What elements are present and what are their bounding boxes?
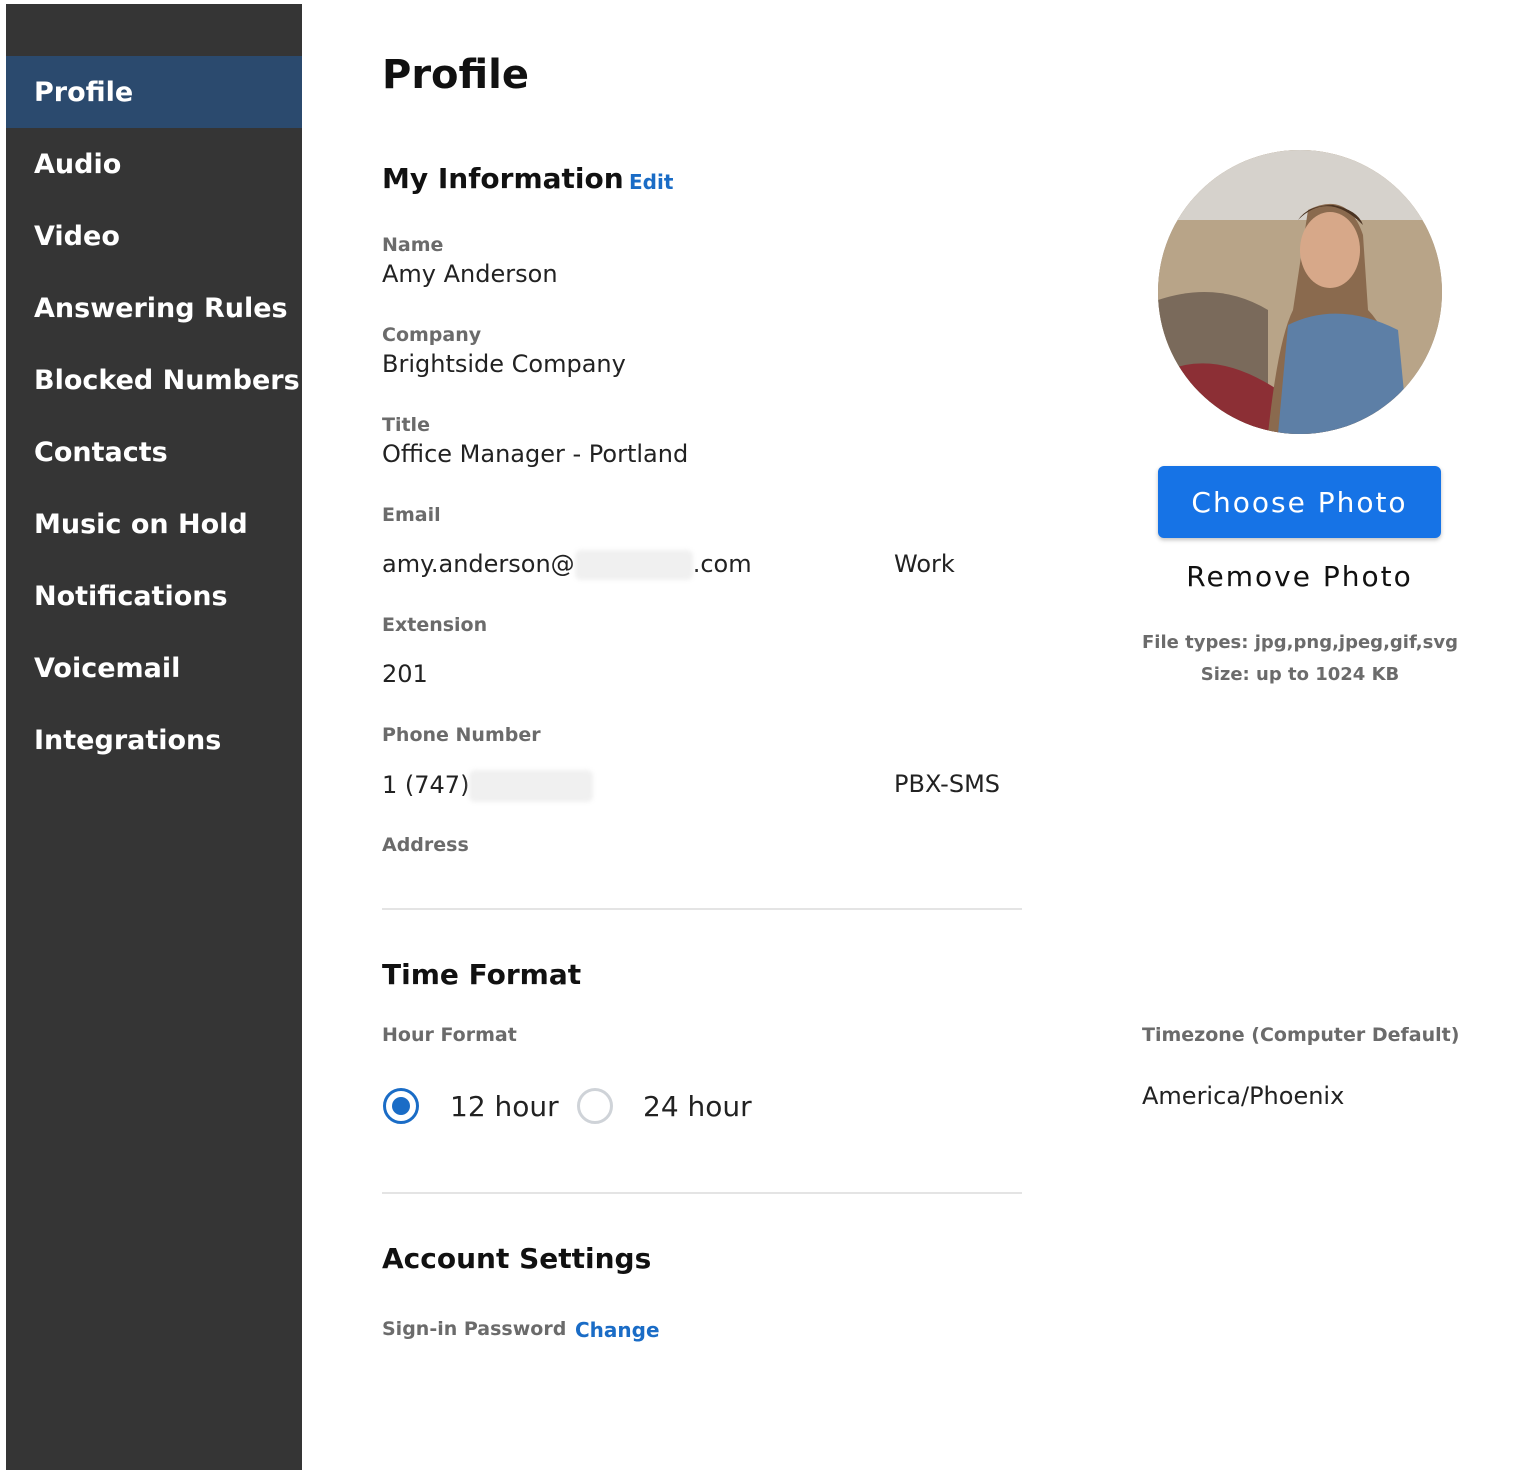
- email-value: amy.anderson@ .com: [382, 550, 752, 580]
- sidebar-item-voicemail[interactable]: Voicemail: [6, 632, 302, 704]
- sidebar-item-contacts[interactable]: Contacts: [6, 416, 302, 488]
- sidebar-item-notifications[interactable]: Notifications: [6, 560, 302, 632]
- divider: [382, 908, 1022, 910]
- sidebar-item-label: Music on Hold: [34, 508, 248, 540]
- sidebar: Profile Audio Video Answering Rules Bloc…: [6, 4, 302, 1470]
- radio-12-hour[interactable]: [383, 1088, 419, 1124]
- phone-prefix: 1 (747): [382, 771, 470, 799]
- account-settings-heading: Account Settings: [382, 1242, 652, 1275]
- sidebar-item-blocked-numbers[interactable]: Blocked Numbers: [6, 344, 302, 416]
- sign-in-password-label: Sign-in Password: [382, 1318, 567, 1340]
- sidebar-item-label: Notifications: [34, 580, 228, 612]
- sidebar-item-label: Blocked Numbers: [34, 364, 300, 396]
- email-suffix: .com: [692, 550, 752, 578]
- my-information-heading: My Information: [382, 162, 624, 195]
- edit-link[interactable]: Edit: [629, 170, 673, 194]
- extension-value: 201: [382, 660, 428, 688]
- extension-label: Extension: [382, 614, 488, 636]
- email-label: Email: [382, 504, 441, 526]
- sidebar-item-profile[interactable]: Profile: [6, 56, 302, 128]
- name-value: Amy Anderson: [382, 260, 558, 288]
- phone-label: Phone Number: [382, 724, 541, 746]
- hour-format-label: Hour Format: [382, 1024, 517, 1046]
- email-prefix: amy.anderson@: [382, 550, 575, 578]
- email-type: Work: [894, 550, 955, 578]
- file-types-note: File types: jpg,png,jpeg,gif,svg: [1142, 632, 1458, 653]
- sidebar-item-integrations[interactable]: Integrations: [6, 704, 302, 776]
- redacted-domain: [574, 550, 693, 580]
- title-label: Title: [382, 414, 430, 436]
- sidebar-item-label: Integrations: [34, 724, 222, 756]
- name-label: Name: [382, 234, 444, 256]
- size-note: Size: up to 1024 KB: [1200, 664, 1400, 685]
- address-label: Address: [382, 834, 469, 856]
- radio-24-hour-label[interactable]: 24 hour: [643, 1090, 752, 1123]
- phone-type: PBX-SMS: [894, 770, 1001, 798]
- redacted-phone: [469, 770, 594, 802]
- choose-photo-button[interactable]: Choose Photo: [1158, 466, 1441, 538]
- radio-24-hour[interactable]: [577, 1088, 613, 1124]
- sidebar-item-video[interactable]: Video: [6, 200, 302, 272]
- sidebar-item-music-on-hold[interactable]: Music on Hold: [6, 488, 302, 560]
- avatar: [1158, 150, 1442, 434]
- title-value: Office Manager - Portland: [382, 440, 689, 468]
- page-title: Profile: [382, 52, 530, 98]
- sidebar-item-audio[interactable]: Audio: [6, 128, 302, 200]
- sidebar-item-label: Voicemail: [34, 652, 181, 684]
- sidebar-item-answering-rules[interactable]: Answering Rules: [6, 272, 302, 344]
- change-password-link[interactable]: Change: [575, 1318, 660, 1342]
- company-value: Brightside Company: [382, 350, 626, 378]
- company-label: Company: [382, 324, 482, 346]
- phone-value: 1 (747): [382, 770, 594, 802]
- sidebar-item-label: Audio: [34, 148, 122, 180]
- sidebar-item-label: Contacts: [34, 436, 168, 468]
- time-format-heading: Time Format: [382, 958, 582, 991]
- sidebar-item-label: Answering Rules: [34, 292, 288, 324]
- radio-12-hour-label[interactable]: 12 hour: [450, 1090, 559, 1123]
- sidebar-item-label: Video: [34, 220, 120, 252]
- remove-photo-button[interactable]: Remove Photo: [1158, 556, 1441, 596]
- divider: [382, 1192, 1022, 1194]
- profile-photo: [1158, 150, 1442, 434]
- timezone-label: Timezone (Computer Default): [1142, 1024, 1460, 1046]
- timezone-value: America/Phoenix: [1142, 1082, 1345, 1110]
- sidebar-item-label: Profile: [34, 76, 134, 108]
